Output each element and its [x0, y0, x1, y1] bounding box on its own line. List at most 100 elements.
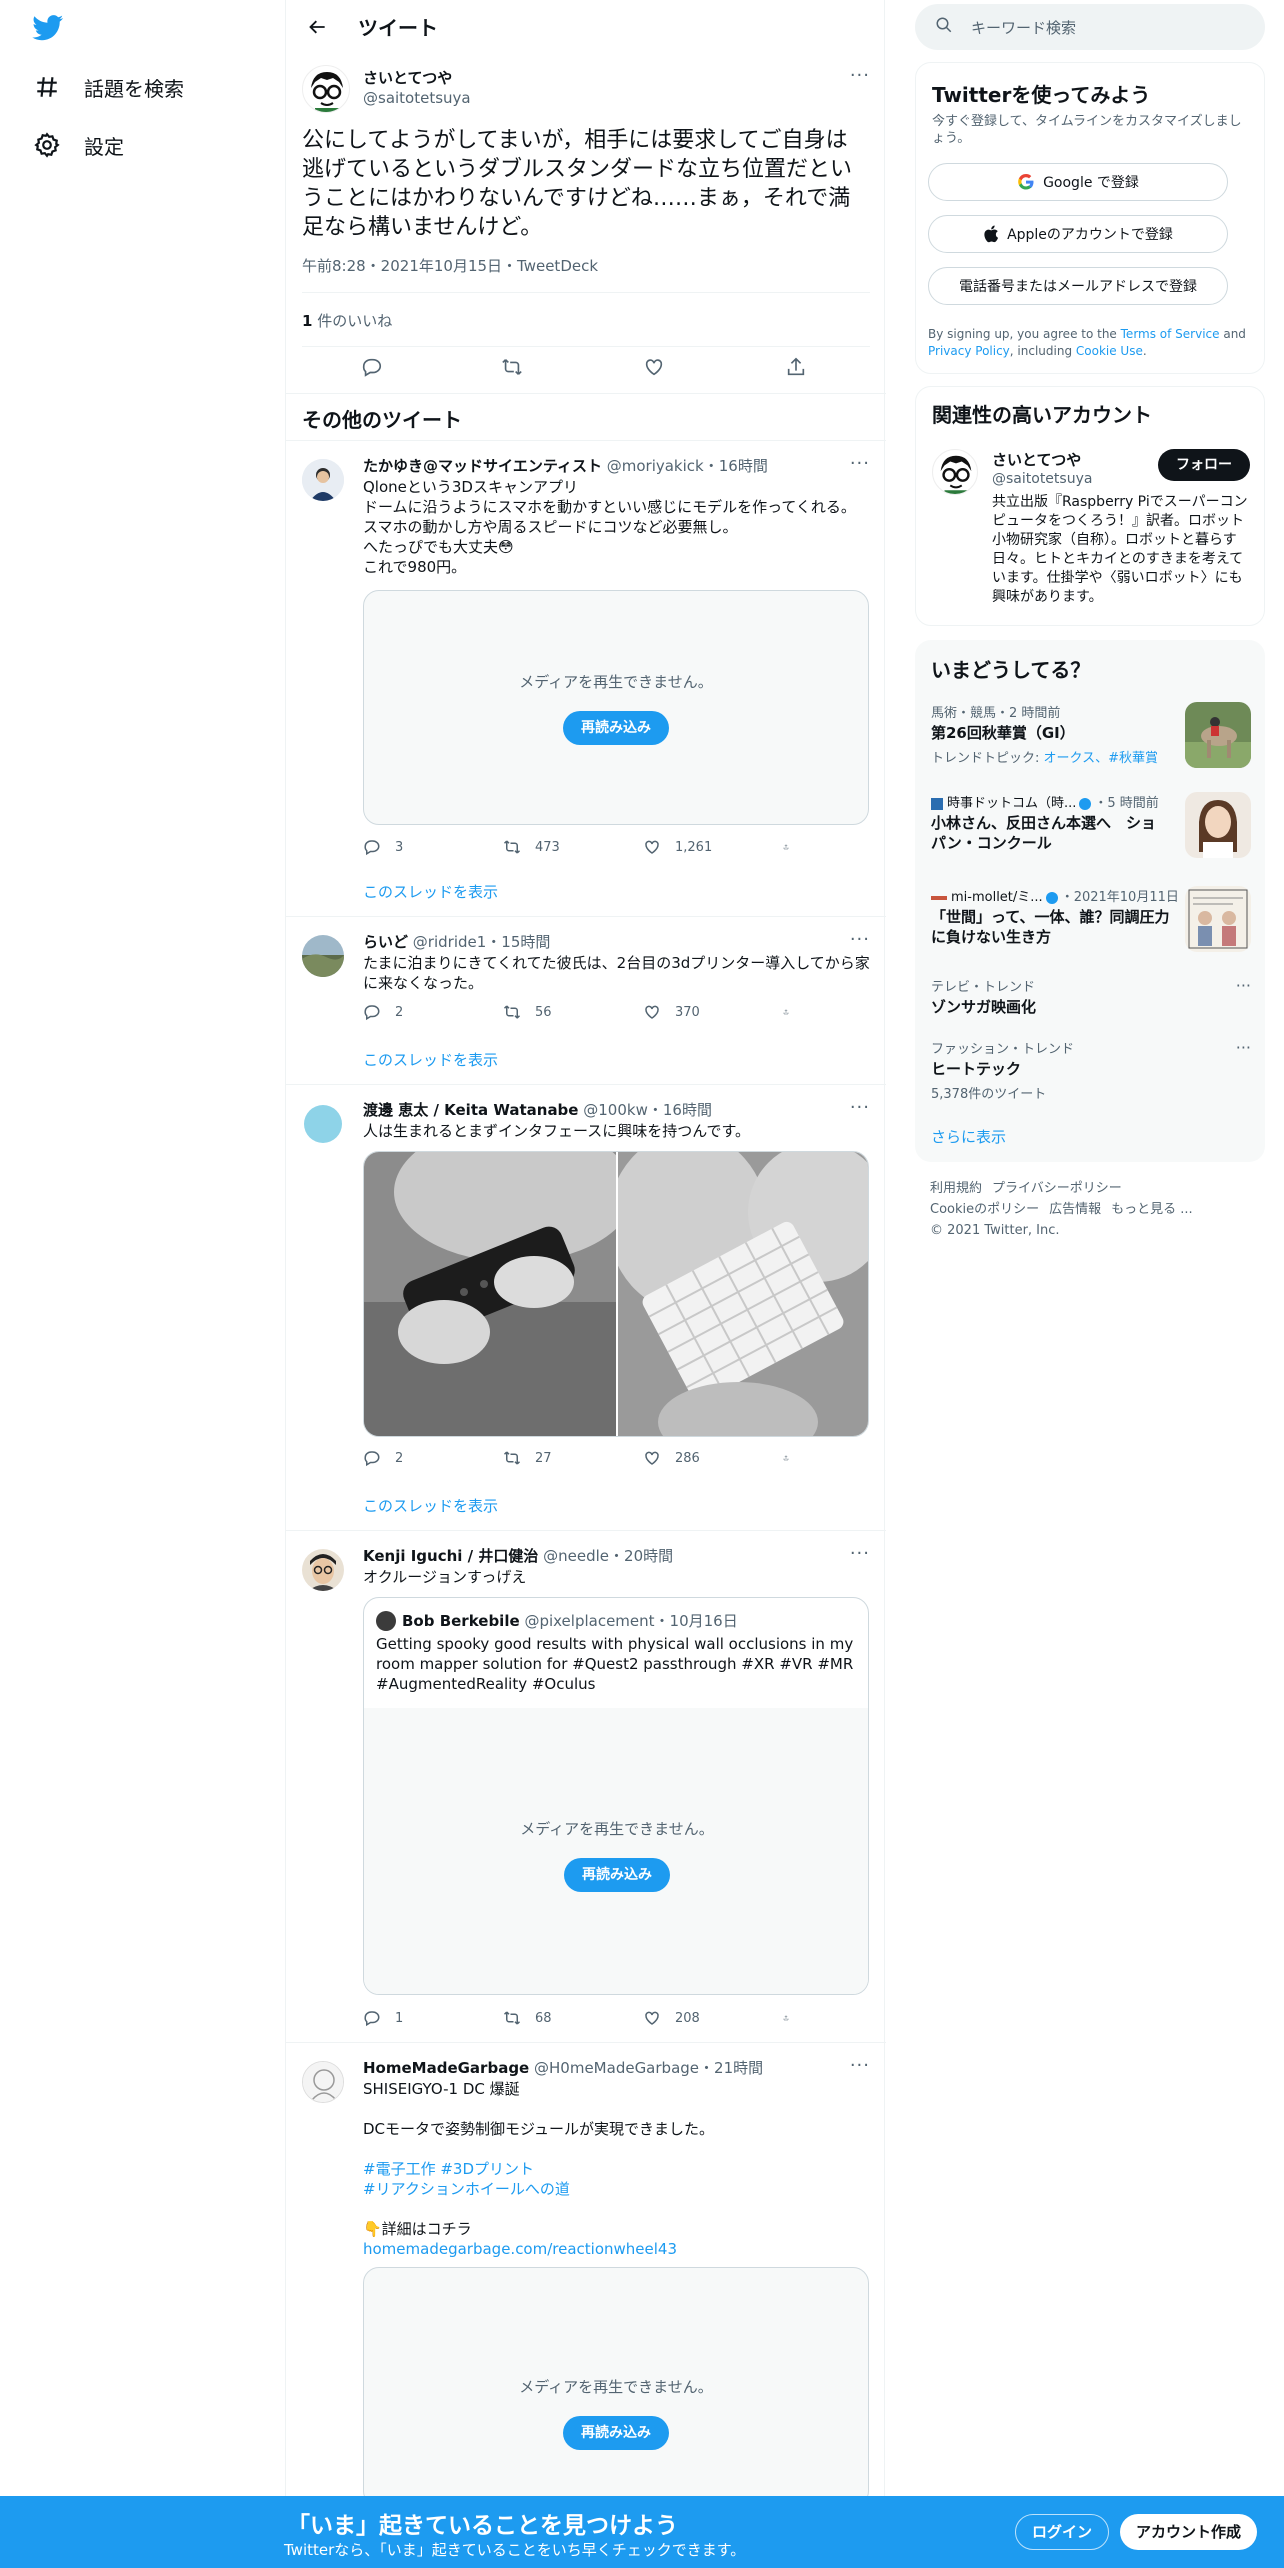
reply-button[interactable]: 2	[363, 1449, 473, 1467]
more-options-icon[interactable]: ···	[1236, 1038, 1251, 1057]
tweet-time[interactable]: 16時間	[719, 457, 768, 475]
avatar[interactable]	[302, 1103, 344, 1145]
share-button[interactable]	[783, 838, 803, 856]
tweet-time[interactable]: 16時間	[663, 1101, 712, 1119]
show-thread-link[interactable]: このスレッドを表示	[363, 1495, 498, 1516]
author-handle[interactable]: @saitotetsuya	[363, 89, 471, 107]
tweet-item[interactable]: らいど @ridride1・15時間 ··· たまに泊まりにきてくれてた彼氏は、…	[286, 916, 886, 1084]
trend-topic-links[interactable]: オークス、#秋華賞	[1044, 751, 1159, 766]
signup-button[interactable]: アカウント作成	[1120, 2514, 1258, 2550]
trend-item[interactable]: ファッション・トレンド ヒートテック 5,378件のツイート ···	[931, 1038, 1251, 1102]
tweet-photos[interactable]	[363, 1151, 869, 1437]
nav-explore[interactable]: 話題を検索	[32, 67, 184, 107]
login-button[interactable]: ログイン	[1015, 2514, 1110, 2550]
author-name[interactable]: Kenji Iguchi / 井口健治	[363, 1547, 538, 1565]
show-more-link[interactable]: さらに表示	[931, 1126, 1006, 1147]
author-handle[interactable]: @needle	[543, 1547, 609, 1565]
quoted-time[interactable]: 10月16日	[670, 1610, 738, 1631]
retweet-button[interactable]: 56	[503, 1003, 613, 1021]
related-handle[interactable]: @saitotetsuya	[992, 471, 1092, 487]
privacy-policy-link[interactable]: Privacy Policy	[928, 344, 1010, 358]
like-icon[interactable]	[643, 356, 665, 378]
avatar[interactable]	[302, 459, 344, 501]
google-signup-button[interactable]: Google で登録	[928, 163, 1228, 201]
hashtag-link[interactable]: #電子工作 #3Dプリント	[363, 2159, 873, 2179]
more-options-icon[interactable]: ···	[850, 65, 870, 86]
related-name[interactable]: さいとてつや	[992, 449, 1081, 470]
tweet-item[interactable]: HomeMadeGarbage @H0meMadeGarbage・21時間 ··…	[286, 2042, 886, 2507]
share-button[interactable]	[783, 2009, 803, 2027]
tweet-item[interactable]: Kenji Iguchi / 井口健治 @needle・20時間 ··· オクル…	[286, 1530, 886, 2042]
share-button[interactable]	[783, 1003, 803, 1021]
more-options-icon[interactable]: ···	[850, 1543, 870, 1564]
retweet-button[interactable]: 473	[503, 838, 613, 856]
apple-signup-button[interactable]: Appleのアカウントで登録	[928, 215, 1228, 253]
avatar[interactable]	[932, 449, 978, 495]
tweet-time[interactable]: 21時間	[714, 2059, 763, 2077]
show-thread-link[interactable]: このスレッドを表示	[363, 1049, 498, 1070]
show-thread-link[interactable]: このスレッドを表示	[363, 881, 498, 902]
author-name[interactable]: さいとてつや	[363, 67, 452, 88]
quoted-author-handle[interactable]: @pixelplacement	[524, 1612, 654, 1630]
photo-baby-keyboard[interactable]	[608, 1152, 868, 1436]
search-input[interactable]: キーワード検索	[915, 4, 1265, 50]
external-link[interactable]: homemadegarbage.com/reactionwheel43	[363, 2239, 873, 2259]
footer-terms-link[interactable]: 利用規約	[930, 1181, 982, 1196]
trend-item[interactable]: mi-mollet/ミ... ・2021年10月11日 「世間」って、一体、誰？同…	[931, 886, 1251, 952]
cookie-use-link[interactable]: Cookie Use	[1076, 344, 1143, 358]
nav-settings[interactable]: 設定	[32, 125, 124, 165]
reply-button[interactable]: 1	[363, 2009, 473, 2027]
footer-more-link[interactable]: もっと見る ...	[1111, 1202, 1193, 1217]
author-name[interactable]: たかゆき@マッドサイエンティスト	[363, 457, 602, 475]
avatar[interactable]	[302, 935, 344, 977]
author-handle[interactable]: @moriyakick	[607, 457, 704, 475]
more-options-icon[interactable]: ···	[850, 1097, 870, 1118]
like-button[interactable]: 208	[643, 2009, 753, 2027]
reload-button[interactable]: 再読み込み	[563, 711, 669, 745]
reload-button[interactable]: 再読み込み	[564, 1858, 670, 1892]
quoted-tweet[interactable]: Bob Berkebile @pixelplacement ・ 10月16日 Get…	[363, 1597, 869, 1995]
like-button[interactable]: 1,261	[643, 838, 753, 856]
tweet-time[interactable]: 20時間	[624, 1547, 673, 1565]
more-options-icon[interactable]: ···	[850, 453, 870, 474]
avatar[interactable]	[376, 1610, 396, 1631]
reload-button[interactable]: 再読み込み	[563, 2416, 669, 2450]
tweet-meta[interactable]: 午前8:28・2021年10月15日・TweetDeck	[302, 255, 598, 276]
more-options-icon[interactable]: ···	[850, 2055, 870, 2076]
like-button[interactable]: 286	[643, 1449, 753, 1467]
share-button[interactable]	[783, 1449, 803, 1467]
reply-button[interactable]: 3	[363, 838, 473, 856]
retweet-icon[interactable]	[501, 356, 523, 378]
twitter-bird-icon[interactable]	[32, 15, 64, 41]
tweet-item[interactable]: たかゆき@マッドサイエンティスト @moriyakick・16時間 ··· Ql…	[286, 440, 886, 916]
avatar[interactable]	[302, 65, 350, 113]
avatar[interactable]	[302, 1549, 344, 1591]
likes-summary[interactable]: 1 件のいいね	[302, 310, 392, 331]
trend-item[interactable]: 馬術・競馬・2 時間前 第26回秋華賞（GI） トレンドトピック: オークス、#…	[931, 702, 1251, 768]
footer-ads-link[interactable]: 広告情報	[1049, 1202, 1101, 1217]
author-name[interactable]: HomeMadeGarbage	[363, 2059, 529, 2077]
reply-icon[interactable]	[361, 356, 383, 378]
more-options-icon[interactable]: ···	[1236, 976, 1251, 995]
retweet-button[interactable]: 68	[503, 2009, 613, 2027]
author-handle[interactable]: @100kw	[583, 1101, 648, 1119]
photo-baby-remote[interactable]	[364, 1152, 634, 1436]
reply-button[interactable]: 2	[363, 1003, 473, 1021]
tweet-item[interactable]: 渡邊 恵太 / Keita Watanabe @100kw・16時間 ··· 人…	[286, 1084, 886, 1530]
tweet-time[interactable]: 15時間	[501, 933, 550, 951]
phone-email-signup-button[interactable]: 電話番号またはメールアドレスで登録	[928, 267, 1228, 305]
author-handle[interactable]: @ridride1	[413, 933, 486, 951]
author-name[interactable]: らいど	[363, 933, 408, 951]
author-handle[interactable]: @H0meMadeGarbage	[534, 2059, 699, 2077]
like-button[interactable]: 370	[643, 1003, 753, 1021]
follow-button[interactable]: フォロー	[1158, 449, 1250, 481]
back-arrow-icon[interactable]	[298, 7, 338, 47]
author-name[interactable]: 渡邊 恵太 / Keita Watanabe	[363, 1101, 578, 1119]
terms-of-service-link[interactable]: Terms of Service	[1121, 327, 1220, 341]
avatar[interactable]	[302, 2061, 344, 2103]
quoted-author-name[interactable]: Bob Berkebile	[402, 1612, 520, 1630]
retweet-button[interactable]: 27	[503, 1449, 613, 1467]
hashtag-link[interactable]: #リアクションホイールへの道	[363, 2179, 873, 2199]
trend-item[interactable]: 時事ドットコム（時... ・5 時間前 小林さん、反田さん本選へ ショパン・コンク…	[931, 792, 1251, 858]
footer-privacy-link[interactable]: プライバシーポリシー	[992, 1181, 1122, 1196]
